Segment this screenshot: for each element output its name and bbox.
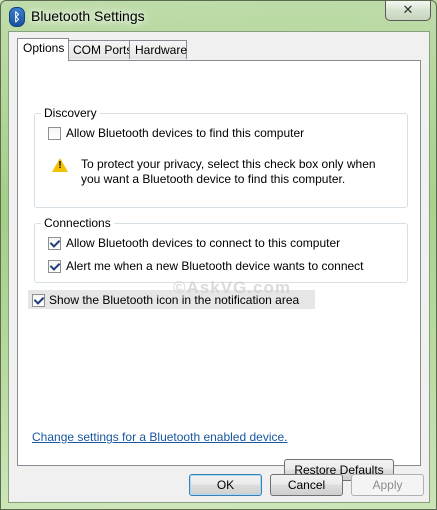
options-panel: Discovery Allow Bluetooth devices to fin… [17, 60, 421, 481]
warning-line-1: To protect your privacy, select this che… [81, 157, 376, 171]
alert-me-label[interactable]: Alert me when a new Bluetooth device wan… [66, 259, 364, 273]
tab-com-ports[interactable]: COM Ports [67, 40, 132, 59]
watermark-text: ©AskVG.com [173, 278, 291, 297]
dialog-client-area: Options COM Ports Hardware Discovery All… [8, 31, 430, 503]
title-bar[interactable]: ᛒ Bluetooth Settings ✕ [1, 1, 437, 31]
allow-connect-label[interactable]: Allow Bluetooth devices to connect to th… [66, 236, 340, 250]
bluetooth-icon: ᛒ [9, 7, 25, 27]
connections-legend: Connections [41, 216, 114, 230]
cancel-button[interactable]: Cancel [270, 474, 343, 496]
discovery-group: Discovery Allow Bluetooth devices to fin… [34, 106, 408, 208]
close-button[interactable]: ✕ [385, 1, 431, 21]
warning-line-2: you want a Bluetooth device to find this… [81, 172, 346, 186]
apply-button[interactable]: Apply [351, 474, 424, 496]
discovery-legend: Discovery [41, 106, 100, 120]
warning-exclamation: ! [58, 160, 62, 171]
window-title: Bluetooth Settings [31, 8, 145, 24]
change-settings-link[interactable]: Change settings for a Bluetooth enabled … [32, 430, 288, 444]
window-frame: ᛒ Bluetooth Settings ✕ Options COM Ports… [0, 0, 437, 510]
tab-options[interactable]: Options [17, 38, 69, 61]
allow-connect-checkbox[interactable] [48, 237, 61, 250]
tab-hardware[interactable]: Hardware [129, 40, 187, 59]
alert-me-checkbox[interactable] [48, 260, 61, 273]
allow-find-label[interactable]: Allow Bluetooth devices to find this com… [66, 126, 304, 140]
allow-find-checkbox[interactable] [48, 127, 61, 140]
show-icon-checkbox[interactable] [32, 294, 45, 307]
connections-group: Connections Allow Bluetooth devices to c… [34, 216, 408, 283]
ok-button[interactable]: OK [189, 474, 262, 496]
